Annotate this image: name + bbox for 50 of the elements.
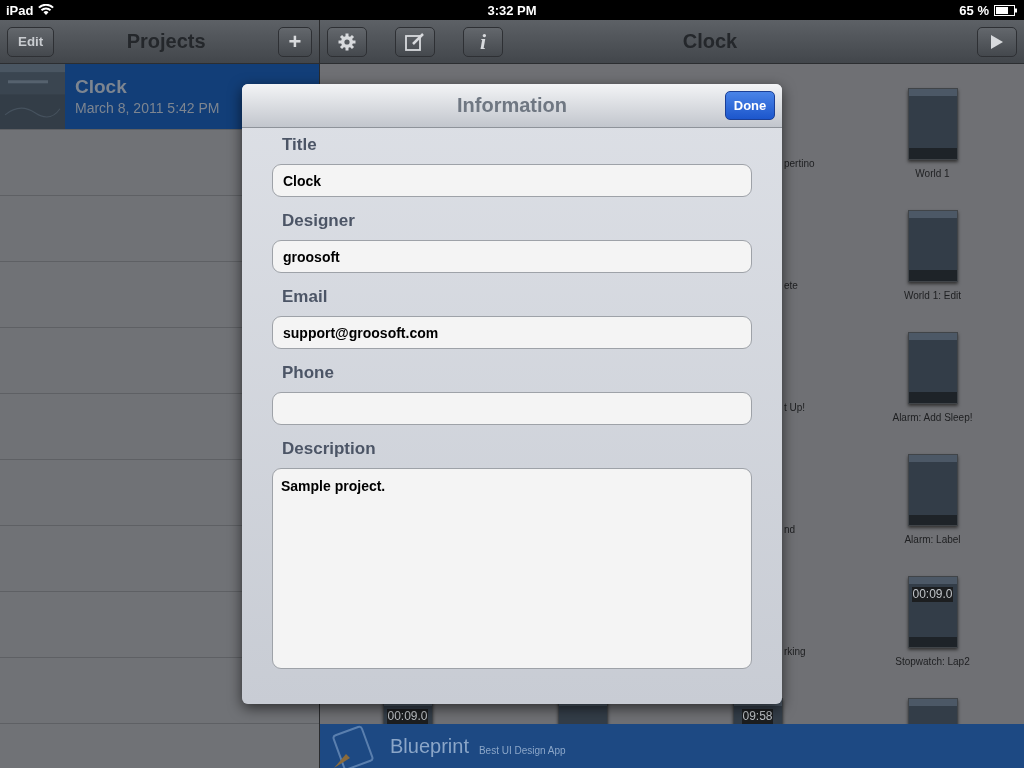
banner-tagline: Best UI Design App bbox=[478, 744, 566, 756]
ad-banner[interactable]: Blueprint Best UI Design App bbox=[320, 724, 1024, 768]
field-label: Phone bbox=[282, 363, 335, 383]
add-button[interactable]: + bbox=[278, 26, 312, 57]
play-button[interactable] bbox=[977, 26, 1017, 57]
gear-icon bbox=[338, 32, 356, 51]
input-field[interactable]: groosoft bbox=[272, 240, 752, 273]
screen-label: ete bbox=[784, 280, 798, 291]
project-name: Clock bbox=[75, 76, 128, 98]
field-label: Email bbox=[282, 287, 329, 307]
settings-button[interactable] bbox=[327, 26, 367, 57]
screen-thumbnail[interactable] bbox=[907, 88, 958, 160]
screen-thumbnail[interactable] bbox=[907, 210, 958, 282]
screen-label: World 1 bbox=[915, 168, 950, 179]
thumbnail-time-readout: 00:09.0 bbox=[912, 587, 953, 602]
screen-label: Alarm: Add Sleep! bbox=[892, 412, 973, 423]
dialog-title: Information bbox=[457, 94, 567, 117]
info-button[interactable]: i bbox=[463, 26, 503, 57]
screen-label: rking bbox=[784, 646, 806, 657]
wifi-icon bbox=[38, 4, 55, 16]
thumbnail-time-readout: 09:58 bbox=[742, 709, 773, 724]
screen-thumbnail[interactable] bbox=[907, 332, 958, 404]
play-icon bbox=[990, 33, 1004, 50]
thumbnail-time-readout: 00:09.0 bbox=[387, 709, 428, 724]
battery-percentage: 65 % bbox=[959, 2, 989, 18]
clock-time: 3:32 PM bbox=[487, 2, 537, 18]
battery-icon bbox=[994, 4, 1018, 16]
screen-label: World 1: Edit bbox=[903, 290, 962, 301]
input-field[interactable]: support@groosoft.com bbox=[272, 316, 752, 349]
banner-title: Blueprint bbox=[390, 734, 469, 758]
screen-thumbnail[interactable] bbox=[907, 454, 958, 526]
screen-label: t Up! bbox=[784, 402, 806, 413]
device-name: iPad bbox=[6, 2, 34, 18]
screen-label: pertino bbox=[784, 158, 815, 169]
project-thumbnail bbox=[0, 64, 65, 129]
field-label: Description bbox=[282, 439, 377, 459]
description-field[interactable]: Sample project. bbox=[272, 468, 752, 669]
field-label: Title bbox=[282, 135, 318, 155]
field-label: Designer bbox=[282, 211, 356, 231]
screen-label: nd bbox=[784, 524, 796, 535]
input-field[interactable]: Clock bbox=[272, 164, 752, 197]
screen-thumbnail[interactable]: 00:09.0 bbox=[907, 576, 958, 648]
input-field[interactable] bbox=[272, 392, 752, 425]
edit-button[interactable]: Edit bbox=[7, 26, 55, 57]
screen-label: Stopwatch: Lap2 bbox=[895, 656, 970, 667]
done-button[interactable]: Done bbox=[725, 91, 775, 120]
project-date: March 8, 2011 5:42 PM bbox=[75, 100, 220, 116]
screen-label: Alarm: Label bbox=[904, 534, 961, 545]
edit-compose-button[interactable] bbox=[395, 26, 435, 57]
compose-icon bbox=[405, 32, 425, 51]
